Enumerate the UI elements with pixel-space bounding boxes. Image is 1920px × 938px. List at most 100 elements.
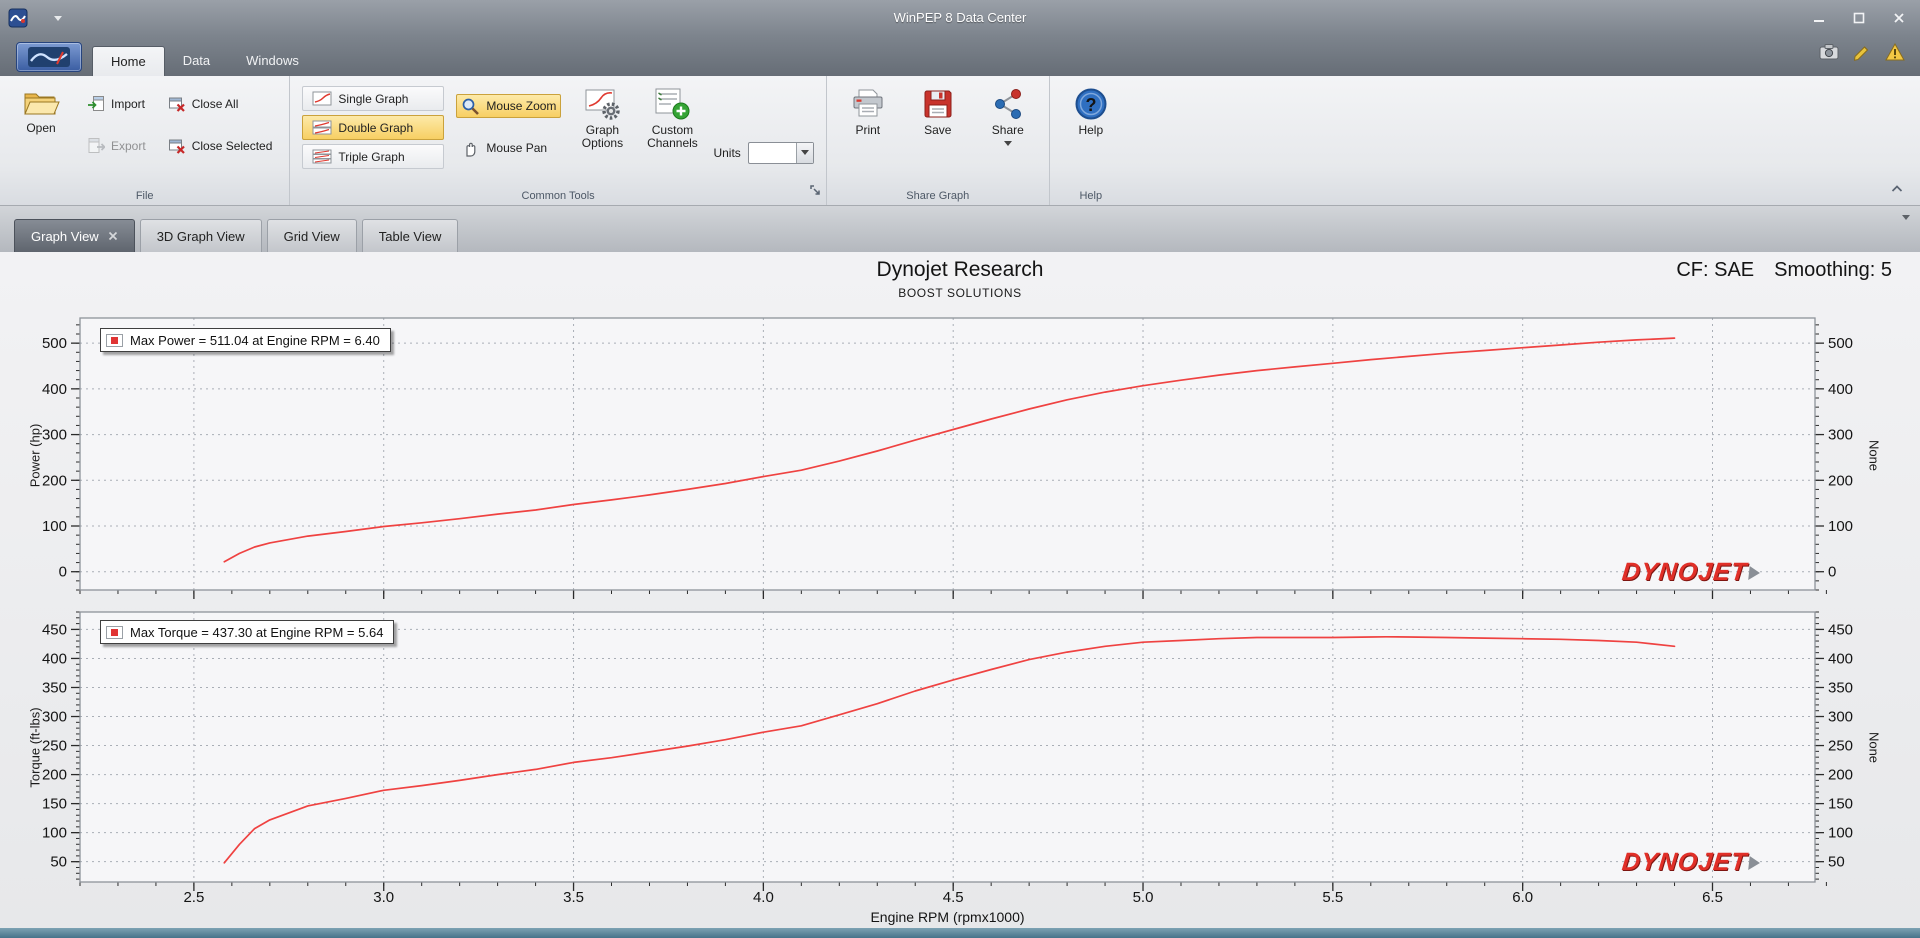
torque-right-axis-title: None (1866, 731, 1882, 764)
units-dropdown[interactable] (747, 141, 814, 164)
x-tick-label: 4.5 (943, 889, 964, 906)
x-tick-label: 3.5 (563, 889, 584, 906)
import-label: Import (111, 97, 146, 111)
units-dropdown-button[interactable] (795, 142, 813, 163)
doc-tab-label: Table View (378, 228, 442, 244)
close-selected-button[interactable]: Close Selected (163, 134, 278, 158)
y-tick-label: 400 (42, 381, 67, 398)
power-right-axis-title: None (1866, 439, 1882, 472)
double-graph-button[interactable]: Double Graph (302, 115, 445, 140)
help-button[interactable]: ? Help (1062, 82, 1120, 183)
x-tick-label: 2.5 (183, 889, 204, 906)
ribbon-spacer (1132, 76, 1920, 205)
ribbon-tab-row: Home Data Windows (0, 36, 1920, 77)
ribbon-group-common-tools: Single Graph Double Graph Triple Graph M… (290, 76, 827, 205)
y-tick-label: 400 (1828, 650, 1853, 667)
close-selected-icon (168, 139, 185, 154)
close-button[interactable] (1884, 6, 1914, 30)
graph-view-panel: Dynojet Research BOOST SOLUTIONS CF: SAE… (0, 252, 1920, 928)
print-button[interactable]: Print (839, 82, 897, 183)
mouse-zoom-button[interactable]: Mouse Zoom (456, 94, 562, 118)
ribbon-tab-home[interactable]: Home (92, 46, 165, 77)
minimize-icon (1814, 20, 1824, 22)
custom-channels-label: Custom Channels (647, 123, 698, 150)
chevron-up-icon (1891, 185, 1903, 192)
doc-tab-3d-graph-view[interactable]: 3D Graph View (139, 219, 262, 252)
torque-chart[interactable]: 50 50 100 100 150 150 200 200 250 250 300 300 350 350… (0, 600, 1920, 928)
camera-icon[interactable] (1818, 42, 1840, 62)
graph-title: Dynojet Research (876, 258, 1044, 281)
share-nodes-icon (994, 89, 1021, 119)
power-y-axis-title: Power (hp) (27, 423, 43, 488)
doc-tab-grid-view[interactable]: Grid View (266, 219, 357, 252)
share-dropdown-icon[interactable] (1003, 141, 1012, 146)
share-button[interactable]: Share (979, 82, 1037, 183)
single-graph-button[interactable]: Single Graph (302, 86, 445, 111)
chevron-down-icon (1902, 215, 1910, 237)
add-channel-icon (655, 88, 690, 120)
titlebar: WinPEP 8 Data Center (0, 0, 1920, 36)
torque-y-axis-title: Torque (ft-lbs) (27, 707, 43, 788)
doc-tab-graph-view[interactable]: Graph View (14, 219, 135, 252)
close-icon (1894, 13, 1904, 23)
group-label-file: File (135, 190, 154, 202)
save-button[interactable]: Save (909, 82, 967, 183)
x-tick-label: 5.0 (1133, 889, 1154, 906)
collapse-ribbon-button[interactable] (1890, 181, 1904, 199)
ribbon-tab-windows[interactable]: Windows (228, 46, 317, 76)
doc-tab-label: Grid View (283, 228, 340, 244)
graph-options-button[interactable]: Graph Options (573, 82, 631, 183)
x-tick-label: 4.0 (753, 889, 774, 906)
units-label: Units (713, 145, 741, 160)
x-tick-label: 6.5 (1702, 889, 1723, 906)
graph-subtitle: BOOST SOLUTIONS (898, 286, 1022, 300)
folder-open-icon (24, 93, 60, 115)
close-tab-icon[interactable] (108, 231, 118, 241)
pencil-icon[interactable] (1852, 42, 1872, 62)
open-button[interactable]: Open (12, 82, 70, 183)
mouse-pan-button[interactable]: Mouse Pan (456, 136, 561, 160)
y-tick-label: 350 (42, 679, 67, 696)
dynojet-watermark: DYNOJET (1620, 558, 1761, 587)
power-legend: Max Power = 511.04 at Engine RPM = 6.40 (100, 328, 391, 352)
ribbon-tab-data[interactable]: Data (165, 46, 228, 76)
plot-background (80, 612, 1815, 882)
close-all-button[interactable]: Close All (163, 92, 278, 116)
application-button[interactable] (16, 42, 82, 72)
y-tick-label: 100 (1828, 518, 1853, 535)
double-graph-label: Double Graph (338, 120, 414, 135)
y-tick-label: 300 (42, 427, 67, 444)
units-control: Units (713, 122, 814, 183)
legend-marker-icon (106, 333, 123, 347)
dynojet-watermark: DYNOJET (1620, 848, 1761, 877)
mouse-zoom-label: Mouse Zoom (486, 99, 557, 113)
close-selected-label: Close Selected (191, 139, 273, 153)
custom-channels-button[interactable]: Custom Channels (643, 82, 701, 183)
triple-graph-button[interactable]: Triple Graph (302, 144, 445, 169)
torque-legend: Max Torque = 437.30 at Engine RPM = 5.64 (100, 620, 395, 644)
close-all-icon (168, 97, 185, 112)
maximize-button[interactable] (1844, 6, 1874, 30)
question-icon: ? (1075, 88, 1107, 120)
watermark-arrow-icon (1748, 855, 1761, 870)
window-controls (1804, 0, 1914, 36)
group-label-common-tools: Common Tools (521, 190, 595, 202)
y-tick-label: 0 (59, 564, 67, 581)
tab-overflow-button[interactable] (1902, 215, 1910, 238)
open-label: Open (26, 121, 56, 135)
doc-tab-table-view[interactable]: Table View (361, 219, 459, 252)
print-label: Print (855, 123, 881, 137)
watermark-arrow-icon (1748, 565, 1761, 580)
close-all-label: Close All (191, 97, 239, 111)
y-tick-label: 0 (1828, 564, 1836, 581)
import-icon (88, 96, 104, 111)
svg-text:?: ? (1085, 95, 1096, 115)
warning-icon[interactable] (1884, 42, 1906, 62)
y-tick-label: 200 (1828, 472, 1853, 489)
export-button[interactable]: Export (82, 134, 151, 158)
import-button[interactable]: Import (82, 92, 151, 116)
y-tick-label: 400 (42, 650, 67, 667)
smoothing-label: Smoothing: 5 (1774, 259, 1892, 281)
y-tick-label: 300 (1828, 709, 1853, 726)
minimize-button[interactable] (1804, 6, 1834, 30)
